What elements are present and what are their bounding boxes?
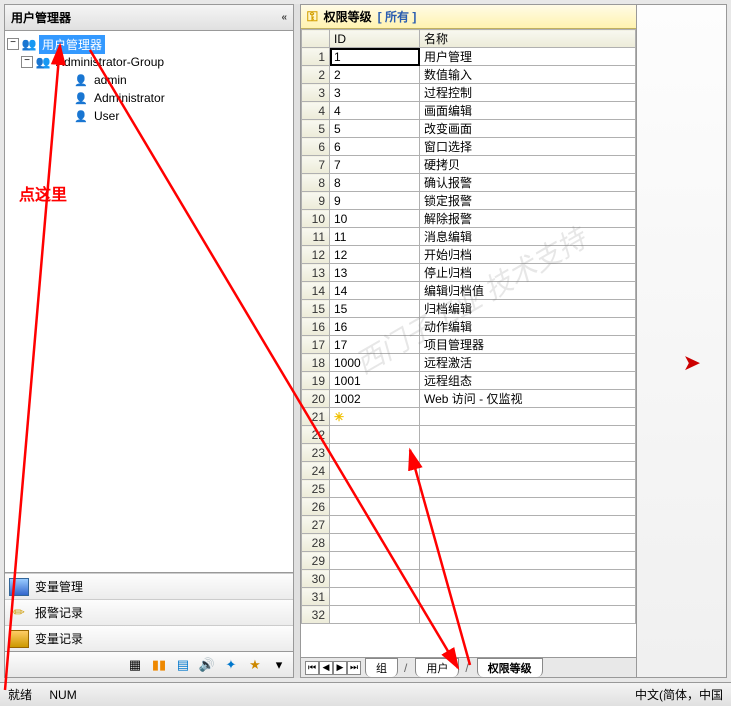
tree-user-label[interactable]: admin [91,72,130,88]
tab-permission[interactable]: 权限等级 [477,658,543,677]
toolbar-bars-icon[interactable]: ▮▮ [148,655,170,675]
toolbar-star-icon[interactable]: ★ [244,655,266,675]
toolbar-more-icon[interactable]: ▾ [268,655,290,675]
left-toolbar: ▦ ▮▮ ▤ 🔊 ✦ ★ ▾ [5,651,293,677]
toolbar-db-icon[interactable]: ▤ [172,655,194,675]
status-lang: 中文(简体，中国 [635,688,723,702]
expander-icon[interactable]: − [7,38,19,50]
collapse-icon[interactable]: « [281,12,287,23]
table-row[interactable]: 26 [302,498,636,516]
toolbar-grid-icon[interactable]: ▦ [124,655,146,675]
table-row[interactable]: 55改变画面 [302,120,636,138]
table-row[interactable]: 201002Web 访问 - 仅监视 [302,390,636,408]
person-icon [73,108,89,124]
table-row[interactable]: 33过程控制 [302,84,636,102]
toolbar-sound-icon[interactable]: 🔊 [196,655,218,675]
log-icon [9,630,29,648]
table-row[interactable]: 77硬拷贝 [302,156,636,174]
col-name[interactable]: 名称 [420,30,636,48]
left-panel-title: 用户管理器 [11,9,71,26]
table-row[interactable]: 28 [302,534,636,552]
table-row[interactable]: 1010解除报警 [302,210,636,228]
status-ready: 就绪 [8,688,32,702]
sheet-nav-first[interactable]: ⏮ [305,661,319,675]
tree-user-label[interactable]: User [91,108,122,124]
sheet-tabs: ⏮ ◀ ▶ ⏭ 组 / 用户 / 权限等级 [301,657,636,677]
table-row[interactable]: 27 [302,516,636,534]
section-label: 报警记录 [35,604,83,621]
table-row[interactable]: 24 [302,462,636,480]
table-row[interactable]: 32 [302,606,636,624]
grid[interactable]: ID 名称 11用户管理22数值输入33过程控制44画面编辑55改变画面66窗口… [301,29,636,657]
status-num: NUM [49,688,76,702]
status-bar: 就绪 NUM 中文(简体，中国 [0,682,731,706]
expander-icon[interactable]: − [21,56,33,68]
table-row[interactable]: 1414编辑归档值 [302,282,636,300]
table-row[interactable]: 1212开始归档 [302,246,636,264]
tab-user[interactable]: 用户 [415,658,459,677]
person-icon [73,90,89,106]
table-row-new[interactable]: 21✳ [302,408,636,426]
toolbar-wrench-icon[interactable]: ✦ [220,655,242,675]
table-row[interactable]: 99锁定报警 [302,192,636,210]
table-row[interactable]: 1313停止归档 [302,264,636,282]
section-label: 变量管理 [35,578,83,595]
right-title-filter: [ 所有 ] [378,8,417,25]
col-id[interactable]: ID [330,30,420,48]
table-row[interactable]: 30 [302,570,636,588]
table-row[interactable]: 1717项目管理器 [302,336,636,354]
sheet-nav-next[interactable]: ▶ [333,661,347,675]
annotation-text: 点这里 [19,181,67,205]
variable-icon [9,578,29,596]
table-row[interactable]: 25 [302,480,636,498]
tree-root-label[interactable]: 用户管理器 [39,35,105,54]
right-title: 权限等级 [324,8,372,25]
table-row[interactable]: 1111消息编辑 [302,228,636,246]
table-row[interactable]: 88确认报警 [302,174,636,192]
table-row[interactable]: 11用户管理 [302,48,636,66]
alarm-icon [9,604,29,622]
user-tree[interactable]: − 用户管理器 − Administrator-Group admin Admi… [5,31,293,572]
corner-cell[interactable] [302,30,330,48]
tree-group-label[interactable]: Administrator-Group [53,54,167,70]
table-row[interactable]: 181000远程激活 [302,354,636,372]
table-row[interactable]: 31 [302,588,636,606]
left-panel-header: 用户管理器 « [5,5,293,31]
table-row[interactable]: 44画面编辑 [302,102,636,120]
table-row[interactable]: 22 [302,426,636,444]
people-icon [21,36,37,52]
table-row[interactable]: 66窗口选择 [302,138,636,156]
tab-group[interactable]: 组 [365,658,398,677]
right-panel-header: ⚿ 权限等级 [ 所有 ] [301,5,636,29]
key-icon: ⚿ [307,8,318,25]
new-row-icon: ✳ [334,410,344,424]
sheet-nav-last[interactable]: ⏭ [347,661,361,675]
table-row[interactable]: 1515归档编辑 [302,300,636,318]
table-row[interactable]: 22数值输入 [302,66,636,84]
properties-strip [637,4,727,678]
sheet-nav-prev[interactable]: ◀ [319,661,333,675]
cursor-icon: ➤ [683,350,701,376]
group-icon [35,54,51,70]
table-row[interactable]: 29 [302,552,636,570]
section-label: 变量记录 [35,630,83,647]
person-icon [73,72,89,88]
section-alarm-log[interactable]: 报警记录 [5,599,293,625]
section-variable-log[interactable]: 变量记录 [5,625,293,651]
table-row[interactable]: 23 [302,444,636,462]
section-variable-mgmt[interactable]: 变量管理 [5,573,293,599]
table-row[interactable]: 1616动作编辑 [302,318,636,336]
table-row[interactable]: 191001远程组态 [302,372,636,390]
tree-user-label[interactable]: Administrator [91,90,168,106]
